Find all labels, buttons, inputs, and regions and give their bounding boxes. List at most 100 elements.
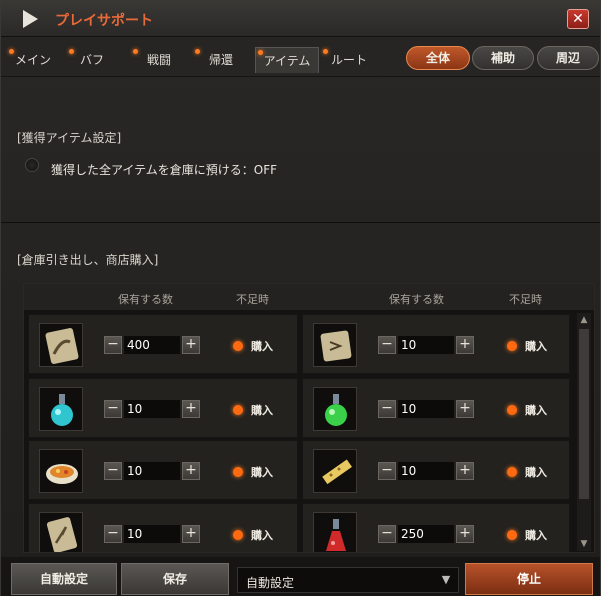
play-support-window: プレイサポート ✕ メイン バフ 戦闘 帰還 アイテム ルート 全体 補助 周辺… bbox=[0, 0, 601, 596]
tab-main[interactable]: メイン bbox=[7, 47, 59, 73]
deposit-all-label: 獲得した全アイテムを倉庫に預ける：OFF bbox=[51, 163, 278, 177]
tab-label: 帰還 bbox=[208, 53, 233, 67]
quantity-stepper: − 10 + bbox=[104, 462, 202, 482]
quantity-field[interactable]: 10 bbox=[124, 400, 180, 418]
list-item: − 10 + 購入 bbox=[28, 503, 298, 552]
increment-button[interactable]: + bbox=[182, 462, 200, 480]
quantity-field[interactable]: 10 bbox=[398, 462, 454, 480]
qty-header-left: 保有する数 bbox=[118, 293, 173, 306]
decrement-button[interactable]: − bbox=[104, 462, 122, 480]
list-item: − 10 + 購入 bbox=[302, 314, 570, 374]
list-item: − 10 + 購入 bbox=[302, 440, 570, 500]
buy-label: 購入 bbox=[525, 529, 547, 542]
buy-label: 購入 bbox=[251, 404, 273, 417]
play-arrow-icon bbox=[23, 10, 38, 28]
buy-toggle[interactable] bbox=[507, 405, 517, 415]
quantity-stepper: − 10 + bbox=[104, 525, 202, 545]
qty-header-right: 保有する数 bbox=[389, 293, 444, 306]
buy-label: 購入 bbox=[525, 404, 547, 417]
decrement-button[interactable]: − bbox=[378, 525, 396, 543]
increment-button[interactable]: + bbox=[182, 400, 200, 418]
increment-button[interactable]: + bbox=[456, 400, 474, 418]
filter-support-button[interactable]: 補助 bbox=[472, 46, 534, 70]
tab-indicator-icon bbox=[69, 49, 74, 54]
teleport-scroll-icon bbox=[313, 323, 357, 367]
deposit-all-radio[interactable] bbox=[25, 158, 39, 172]
decrement-button[interactable]: − bbox=[378, 336, 396, 354]
buy-toggle[interactable] bbox=[233, 530, 243, 540]
tab-indicator-icon bbox=[323, 49, 328, 54]
list-item: − 10 + 購入 bbox=[28, 378, 298, 438]
settings-select[interactable]: 自動設定 ▼ bbox=[237, 567, 459, 593]
close-button[interactable]: ✕ bbox=[567, 9, 589, 29]
quantity-stepper: − 10 + bbox=[104, 400, 202, 420]
buy-label: 購入 bbox=[525, 340, 547, 353]
buy-toggle[interactable] bbox=[233, 467, 243, 477]
tab-return[interactable]: 帰還 bbox=[193, 47, 249, 73]
tab-label: 戦闘 bbox=[146, 53, 171, 67]
list-item: − 10 + 購入 bbox=[28, 440, 298, 500]
filter-nearby-button[interactable]: 周辺 bbox=[537, 46, 599, 70]
buy-toggle[interactable] bbox=[507, 530, 517, 540]
auto-settings-button[interactable]: 自動設定 bbox=[11, 563, 117, 595]
enchant-scroll-icon bbox=[39, 512, 83, 552]
buy-toggle[interactable] bbox=[507, 467, 517, 477]
quantity-field[interactable]: 10 bbox=[124, 462, 180, 480]
quantity-stepper: − 10 + bbox=[378, 400, 476, 420]
increment-button[interactable]: + bbox=[456, 525, 474, 543]
list-item: − 10 + 購入 bbox=[302, 378, 570, 438]
decrement-button[interactable]: − bbox=[104, 400, 122, 418]
decrement-button[interactable]: − bbox=[104, 525, 122, 543]
scroll-thumb[interactable] bbox=[579, 329, 589, 499]
quantity-field[interactable]: 10 bbox=[398, 400, 454, 418]
tab-route[interactable]: ルート bbox=[321, 47, 377, 73]
increment-button[interactable]: + bbox=[182, 336, 200, 354]
buy-toggle[interactable] bbox=[507, 341, 517, 351]
scroll-up-icon[interactable]: ▲ bbox=[577, 313, 591, 327]
increment-button[interactable]: + bbox=[456, 336, 474, 354]
shortage-header-left: 不足時 bbox=[236, 293, 269, 306]
settings-select-value: 自動設定 bbox=[246, 576, 295, 590]
stop-button[interactable]: 停止 bbox=[465, 563, 593, 595]
quantity-field[interactable]: 10 bbox=[124, 525, 180, 543]
table-header: 保有する数 不足時 保有する数 不足時 bbox=[24, 284, 594, 310]
shortage-header-right: 不足時 bbox=[509, 293, 542, 306]
gold-bar-icon bbox=[313, 449, 357, 493]
list-item: − 400 + 購入 bbox=[28, 314, 298, 374]
filter-all-button[interactable]: 全体 bbox=[406, 46, 470, 70]
decrement-button[interactable]: − bbox=[378, 400, 396, 418]
quantity-field[interactable]: 250 bbox=[398, 525, 454, 543]
green-potion-icon bbox=[313, 387, 357, 431]
tab-buff[interactable]: バフ bbox=[67, 47, 117, 73]
title-bar[interactable]: プレイサポート ✕ bbox=[1, 1, 600, 37]
food-bowl-icon bbox=[39, 449, 83, 493]
buy-toggle[interactable] bbox=[233, 405, 243, 415]
buy-label: 購入 bbox=[251, 340, 273, 353]
tab-label: メイン bbox=[14, 53, 51, 67]
save-button[interactable]: 保存 bbox=[121, 563, 229, 595]
quantity-stepper: − 400 + bbox=[104, 336, 202, 356]
quantity-field[interactable]: 400 bbox=[124, 336, 180, 354]
increment-button[interactable]: + bbox=[182, 525, 200, 543]
red-potion-icon bbox=[313, 512, 357, 552]
quantity-stepper: − 10 + bbox=[378, 336, 476, 356]
tab-indicator-icon bbox=[133, 49, 138, 54]
tab-combat[interactable]: 戦闘 bbox=[131, 47, 187, 73]
buy-toggle[interactable] bbox=[233, 341, 243, 351]
buy-label: 購入 bbox=[251, 466, 273, 479]
decrement-button[interactable]: − bbox=[104, 336, 122, 354]
decrement-button[interactable]: − bbox=[378, 462, 396, 480]
tab-label: ルート bbox=[330, 53, 367, 67]
chevron-down-icon[interactable]: ▼ bbox=[436, 571, 456, 589]
list-scrollbar[interactable]: ▲ ▼ bbox=[577, 313, 591, 551]
tab-indicator-icon bbox=[195, 49, 200, 54]
tab-label: アイテム bbox=[263, 54, 311, 68]
quantity-field[interactable]: 10 bbox=[398, 336, 454, 354]
tab-item[interactable]: アイテム bbox=[255, 47, 319, 73]
quantity-stepper: − 10 + bbox=[378, 462, 476, 482]
window-title: プレイサポート bbox=[55, 13, 153, 29]
scroll-down-icon[interactable]: ▼ bbox=[577, 537, 591, 551]
quantity-stepper: − 250 + bbox=[378, 525, 476, 545]
increment-button[interactable]: + bbox=[456, 462, 474, 480]
section-divider bbox=[1, 222, 600, 223]
